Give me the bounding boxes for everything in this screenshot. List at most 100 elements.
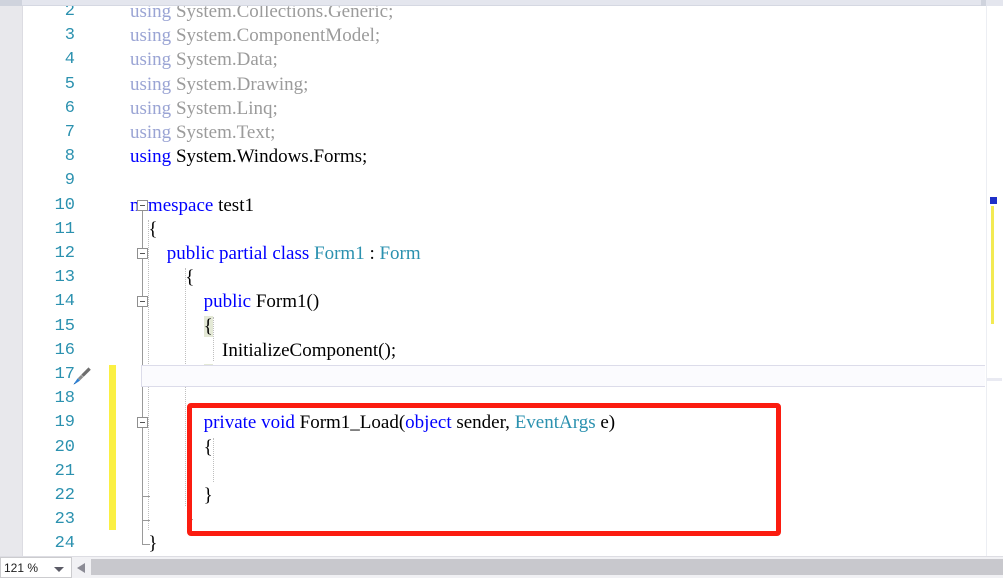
selection-margin[interactable]: [0, 6, 23, 556]
code-token: EventArgs: [514, 412, 596, 434]
code-token: System.Data;: [171, 49, 278, 71]
horizontal-scrollbar-thumb[interactable]: [91, 559, 1003, 575]
code-text: private void Form1_Load(object sender, E…: [204, 411, 616, 435]
code-text: {: [203, 315, 213, 339]
line-number: 18: [54, 389, 75, 409]
code-text: public partial class Form1 : Form: [167, 242, 421, 266]
code-line[interactable]: 11{: [23, 218, 985, 242]
outlining-margin[interactable]: [133, 6, 157, 556]
code-token: {: [203, 436, 213, 458]
line-number: 3: [64, 26, 75, 46]
code-token: sender,: [451, 412, 515, 434]
code-text: InitializeComponent();: [222, 339, 396, 363]
current-line-highlight: [141, 365, 985, 388]
line-number: 20: [54, 437, 75, 457]
line-number: 14: [54, 292, 75, 312]
code-line[interactable]: 3 using System.ComponentModel;: [23, 24, 985, 48]
code-line[interactable]: 16 InitializeComponent();: [23, 339, 985, 363]
code-token: test1: [213, 194, 254, 216]
outlining-end-tick: [142, 544, 150, 546]
line-number: 21: [54, 461, 75, 481]
code-text: using System.Collections.Generic;: [130, 6, 393, 24]
code-token: Form1: [314, 243, 365, 264]
code-line[interactable]: 9: [23, 169, 985, 193]
line-number: 23: [54, 510, 75, 530]
code-text: using System.Windows.Forms;: [130, 145, 367, 169]
indent-guide: [185, 268, 187, 507]
indent-guide: [212, 437, 215, 482]
line-number: 10: [54, 195, 75, 215]
code-token: e): [595, 412, 616, 434]
code-token: public partial class: [166, 243, 310, 264]
scroll-marker-bookmark: [990, 197, 997, 204]
code-line[interactable]: 7 using System.Text;: [23, 121, 985, 145]
code-line[interactable]: 24}: [23, 532, 985, 556]
code-line[interactable]: 14 public Form1(): [23, 290, 985, 314]
code-text: }: [185, 508, 194, 532]
zoom-level-value: 121 %: [4, 560, 39, 575]
paintbrush-icon[interactable]: [71, 365, 93, 387]
code-line[interactable]: 15 {: [23, 315, 985, 339]
outlining-vertical-line: [142, 428, 143, 496]
code-token: private void: [203, 412, 295, 434]
code-token: {: [203, 315, 213, 337]
line-number: 17: [54, 365, 75, 384]
line-number: 8: [64, 147, 75, 167]
code-token: Form1_Load(: [294, 412, 406, 434]
code-token: :: [364, 243, 380, 264]
indent-guide: [212, 316, 215, 361]
line-number: 22: [54, 486, 75, 505]
code-token: Form1(): [251, 291, 320, 313]
outlining-collapse-box[interactable]: [137, 199, 148, 211]
chevron-down-icon[interactable]: [54, 567, 64, 572]
code-line[interactable]: 18: [23, 387, 985, 411]
line-number: 24: [54, 534, 75, 554]
code-line[interactable]: 10 namespace test1: [23, 194, 985, 218]
outlining-collapse-box[interactable]: [137, 248, 148, 259]
code-surface[interactable]: 2 using System.Collections.Generic; 3 using…: [23, 6, 985, 556]
code-token: System.ComponentModel;: [171, 25, 381, 47]
line-number: 2: [64, 6, 75, 21]
code-line[interactable]: 12 public partial class Form1 : Form: [23, 242, 985, 266]
scrollbar-annotation-margin[interactable]: [986, 6, 1003, 556]
code-editor-window: 2 using System.Collections.Generic; 3 using…: [0, 0, 1003, 578]
code-text: using System.ComponentModel;: [130, 24, 380, 48]
scroll-left-arrow-icon[interactable]: [77, 563, 85, 573]
code-line[interactable]: 2 using System.Collections.Generic;: [23, 6, 985, 24]
code-text: }: [204, 484, 213, 508]
line-number: 16: [54, 340, 75, 360]
code-token: System.Text;: [171, 122, 276, 143]
outlining-collapse-box[interactable]: [137, 417, 148, 429]
code-token: InitializeComponent();: [222, 339, 397, 361]
code-token: public: [203, 291, 252, 313]
line-number: 12: [54, 244, 75, 263]
code-text: {: [204, 436, 213, 460]
outlining-collapse-box[interactable]: [137, 296, 148, 308]
code-token: System.Drawing;: [171, 73, 309, 95]
code-token: object: [405, 412, 452, 434]
code-line[interactable]: 4 using System.Data;: [23, 48, 985, 72]
code-line[interactable]: 6 using System.Linq;: [23, 97, 985, 121]
horizontal-scrollbar[interactable]: [74, 558, 1003, 577]
line-number: 7: [64, 123, 75, 142]
line-number: 9: [64, 171, 75, 191]
code-token: System.Linq;: [171, 97, 278, 119]
code-token: }: [203, 485, 213, 506]
change-bar-segment: [109, 365, 116, 531]
code-line[interactable]: 13{: [23, 266, 985, 290]
code-line[interactable]: 20 {: [23, 436, 985, 460]
zoom-level-combobox[interactable]: 121 %: [0, 557, 72, 578]
line-number: 6: [64, 98, 75, 118]
code-line[interactable]: 21: [23, 460, 985, 484]
code-line[interactable]: 23}: [23, 508, 985, 532]
line-number: 15: [54, 316, 75, 336]
code-line[interactable]: 22}: [23, 484, 985, 508]
line-number: 4: [64, 50, 75, 70]
code-line[interactable]: 5 using System.Drawing;: [23, 73, 985, 97]
scroll-marker-change: [991, 206, 994, 324]
code-line[interactable]: 19 private void Form1_Load(object sender,…: [23, 411, 985, 435]
scroll-marker-current-line: [987, 378, 1002, 381]
code-token: System.Windows.Forms;: [171, 146, 368, 168]
code-token: System.Collections.Generic;: [171, 6, 394, 22]
code-line[interactable]: 8 using System.Windows.Forms;: [23, 145, 985, 169]
